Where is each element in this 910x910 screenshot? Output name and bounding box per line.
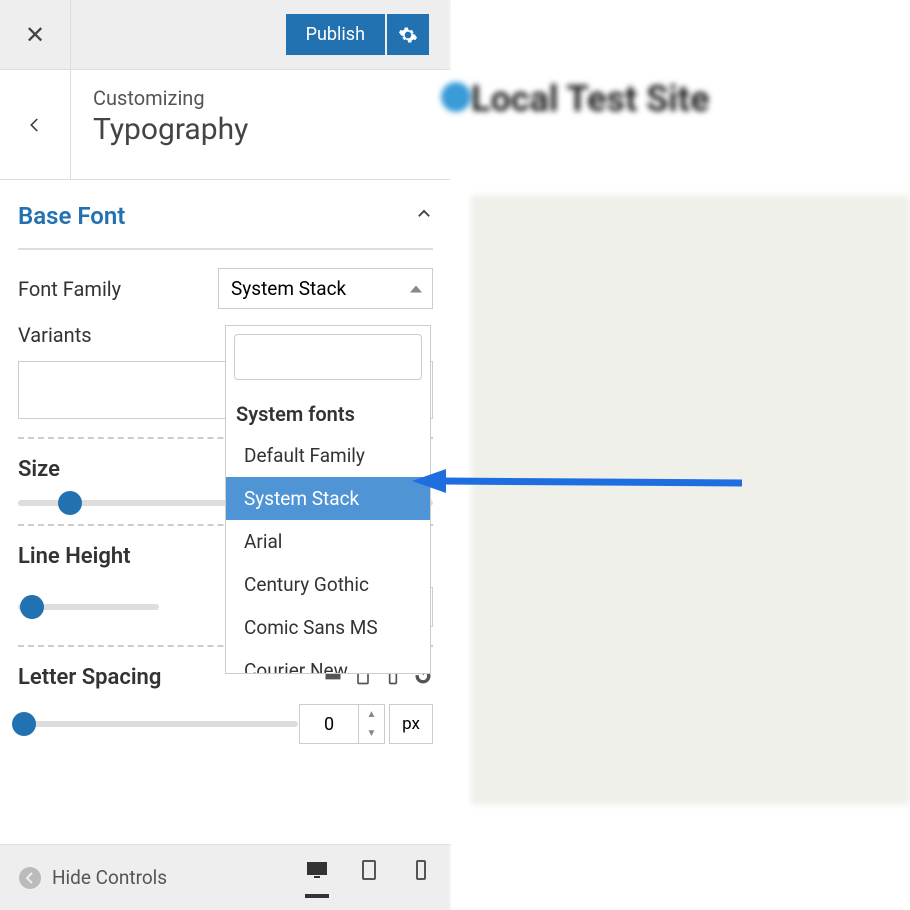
close-button[interactable]: ✕ xyxy=(0,0,71,70)
letter-spacing-slider[interactable] xyxy=(18,721,298,727)
dropdown-option-century-gothic[interactable]: Century Gothic xyxy=(226,563,430,606)
publish-button[interactable]: Publish xyxy=(286,14,385,55)
accordion-title: Base Font xyxy=(18,202,125,230)
site-preview: Local Test Site xyxy=(451,0,910,910)
device-mobile[interactable] xyxy=(409,858,433,898)
font-family-value: System Stack xyxy=(231,277,346,300)
dropdown-option-comic-sans[interactable]: Comic Sans MS xyxy=(226,606,430,649)
letter-spacing-slider-thumb[interactable] xyxy=(12,712,36,736)
font-family-select[interactable]: System Stack xyxy=(218,268,433,309)
dropdown-group-label: System fonts xyxy=(226,388,430,434)
chevron-up-icon xyxy=(415,205,433,227)
collapse-icon xyxy=(18,866,42,890)
section-header: Customizing Typography xyxy=(0,70,451,180)
line-height-slider[interactable] xyxy=(18,604,159,610)
customizer-topbar: ✕ Publish xyxy=(0,0,451,70)
letter-spacing-unit: px xyxy=(389,704,433,744)
breadcrumb: Customizing xyxy=(93,86,248,110)
back-button[interactable] xyxy=(0,70,71,179)
size-slider-thumb[interactable] xyxy=(58,491,82,515)
gear-icon xyxy=(398,25,418,45)
device-tablet[interactable] xyxy=(357,858,381,898)
letter-spacing-label: Letter Spacing xyxy=(18,665,161,690)
letter-spacing-input[interactable] xyxy=(299,704,359,744)
site-logo xyxy=(441,82,471,112)
font-family-label: Font Family xyxy=(18,277,218,301)
hide-controls-label: Hide Controls xyxy=(52,866,167,889)
dropdown-option-default-family[interactable]: Default Family xyxy=(226,434,430,477)
page-title: Typography xyxy=(93,112,248,147)
publish-settings-button[interactable] xyxy=(387,14,429,55)
hide-controls-button[interactable]: Hide Controls xyxy=(18,866,293,890)
dropdown-search-input[interactable] xyxy=(234,334,422,380)
dropdown-option-system-stack[interactable]: System Stack xyxy=(226,477,430,520)
site-title: Local Test Site xyxy=(471,78,709,120)
device-desktop[interactable] xyxy=(305,858,329,898)
letter-spacing-stepper[interactable]: ▲▼ xyxy=(359,704,385,744)
dropdown-option-arial[interactable]: Arial xyxy=(226,520,430,563)
triangle-up-icon xyxy=(410,285,422,292)
preview-content-block xyxy=(471,195,910,805)
line-height-slider-thumb[interactable] xyxy=(20,595,44,619)
customizer-footer: Hide Controls xyxy=(0,844,451,910)
base-font-accordion[interactable]: Base Font xyxy=(18,198,433,250)
dropdown-option-courier-new[interactable]: Courier New xyxy=(226,649,430,673)
font-family-dropdown: System fonts Default Family System Stack… xyxy=(225,325,431,674)
chevron-left-icon xyxy=(26,116,44,134)
variants-label: Variants xyxy=(18,323,218,347)
